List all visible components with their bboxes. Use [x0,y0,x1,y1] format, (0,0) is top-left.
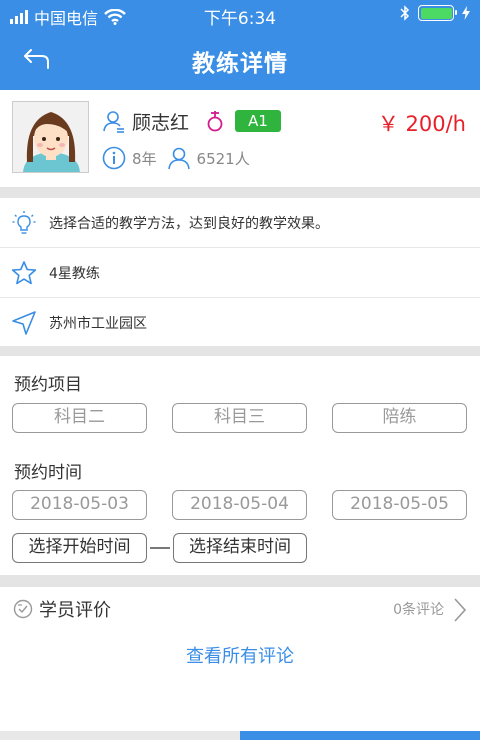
review-icon [13,599,33,619]
date-option-2[interactable]: 2018-05-04 [172,490,307,520]
charging-icon [462,6,470,20]
user-icon [103,111,124,133]
rating-row: 4星教练 [0,248,480,297]
chevron-right-icon[interactable] [452,597,468,623]
bottom-bar-left [0,731,240,740]
view-all-reviews-link[interactable]: 查看所有评论 [0,642,480,668]
header: 中国电信 下午6:34 教练详情 [0,0,480,90]
coach-profile: 顾志红 A1 ￥ 200/h 8年 6521人 [0,90,480,187]
status-bar: 中国电信 下午6:34 [0,0,480,30]
project-option-kemu2[interactable]: 科目二 [12,403,147,433]
start-time-button[interactable]: 选择开始时间 [12,533,147,563]
section-divider [0,187,480,198]
bluetooth-icon [400,5,410,21]
time-range-dash [150,547,170,549]
avatar-illustration [13,102,88,172]
reviews-header[interactable]: 学员评价 0条评论 [0,587,480,631]
coach-years: 8年 [132,149,157,168]
rating-text: 4星教练 [49,265,100,282]
section-divider [0,575,480,587]
license-badge: A1 [235,110,282,132]
info-icon [102,146,126,170]
review-count: 0条评论 [393,602,444,618]
date-section-label: 预约时间 [14,463,82,483]
location-text: 苏州市工业园区 [49,315,147,332]
date-option-3[interactable]: 2018-05-05 [332,490,467,520]
price-label: ￥ 200/h [377,112,466,136]
avatar [12,101,89,173]
project-option-peilian[interactable]: 陪练 [332,403,467,433]
coach-name: 顾志红 [132,111,190,134]
section-divider [0,346,480,356]
location-arrow-icon [12,310,36,335]
page-title: 教练详情 [192,51,288,77]
female-icon [207,111,223,132]
students-icon [167,147,190,170]
star-icon [11,260,37,284]
meta-row: 8年 6521人 [102,146,250,170]
motto-text: 选择合适的教学方法，达到良好的教学效果。 [49,215,329,232]
reviews-title: 学员评价 [39,600,111,621]
date-option-1[interactable]: 2018-05-03 [12,490,147,520]
end-time-button[interactable]: 选择结束时间 [173,533,307,563]
motto-row: 选择合适的教学方法，达到良好的教学效果。 [0,198,480,247]
location-row: 苏州市工业园区 [0,298,480,347]
project-option-kemu3[interactable]: 科目三 [172,403,307,433]
battery-icon [418,5,457,21]
project-section-label: 预约项目 [14,375,82,395]
bottom-action-button[interactable] [240,731,480,740]
lightbulb-icon [12,210,36,234]
coach-students: 6521人 [196,149,250,168]
name-row: 顾志红 A1 [102,108,282,134]
